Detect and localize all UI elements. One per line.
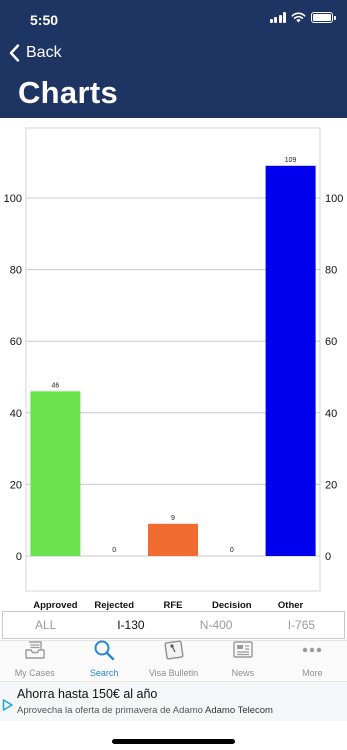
x-category-label: Approved <box>33 600 78 610</box>
bar-chart: 0 0 20 20 40 40 60 60 80 80 100 100 46 Approved 0 Rejec… <box>0 118 347 610</box>
segment-i-130[interactable]: I-130 <box>88 618 173 632</box>
tab-news[interactable]: News <box>208 641 277 680</box>
y-tick-label-left: 20 <box>10 479 22 491</box>
battery-icon <box>311 12 336 23</box>
bar-value-label: 109 <box>285 157 297 164</box>
ad-brand: Adamo Telecom <box>205 705 273 716</box>
ad-choices-icon[interactable] <box>2 699 13 711</box>
ad-title: Ahorra hasta 150€ al año <box>17 687 158 701</box>
y-tick-label-right: 20 <box>325 479 337 491</box>
x-category-label: Rejected <box>94 600 134 610</box>
bar-value-label: 46 <box>52 382 60 389</box>
tab-label: Search <box>89 668 119 678</box>
back-label: Back <box>26 44 62 61</box>
bar-value-label: 0 <box>230 547 234 554</box>
ad-banner[interactable]: Ahorra hasta 150€ al año Aprovecha la of… <box>0 681 347 721</box>
y-tick-label-right: 0 <box>325 551 331 563</box>
tab-bar: My Cases Search Visa Bulletin News More <box>0 640 347 680</box>
y-tick-label-left: 0 <box>16 551 22 563</box>
bulletin-icon <box>163 639 185 666</box>
segment-all[interactable]: ALL <box>3 618 88 632</box>
y-tick-label-right: 40 <box>325 408 337 420</box>
bar-value-label: 0 <box>112 547 116 554</box>
tab-label: More <box>302 668 323 678</box>
segment-n-400[interactable]: N-400 <box>174 618 259 632</box>
bar <box>265 165 316 556</box>
ad-body: Aprovecha la oferta de primavera de Adam… <box>17 705 203 716</box>
segment-i-765[interactable]: I-765 <box>259 618 344 632</box>
inbox-icon <box>24 639 46 666</box>
tab-more[interactable]: More <box>278 641 347 680</box>
home-indicator <box>112 739 235 744</box>
x-category-label: RFE <box>164 600 183 610</box>
y-tick-label-right: 60 <box>325 336 337 348</box>
y-tick-label-left: 60 <box>10 336 22 348</box>
tab-label: News <box>231 668 255 678</box>
y-tick-label-left: 100 <box>4 193 22 205</box>
back-button[interactable]: Back <box>9 44 62 62</box>
wifi-icon <box>291 12 306 23</box>
x-category-label: Decision <box>212 600 252 610</box>
nav-header: 5:50 Back Charts <box>0 0 347 118</box>
tab-visa-bulletin[interactable]: Visa Bulletin <box>139 639 208 680</box>
status-icons <box>269 12 336 23</box>
x-category-label: Other <box>278 600 304 610</box>
form-type-segmented-control: ALL I-130 N-400 I-765 <box>2 611 345 639</box>
tab-search[interactable]: Search <box>69 639 138 680</box>
ad-text: Aprovecha la oferta de primavera de Adam… <box>17 705 273 716</box>
news-icon <box>231 639 255 666</box>
bar-value-label: 9 <box>171 515 175 522</box>
y-tick-label-right: 100 <box>325 193 343 205</box>
bar <box>148 523 198 556</box>
tab-label: Visa Bulletin <box>148 668 199 678</box>
y-tick-label-right: 80 <box>325 265 337 277</box>
page-title: Charts <box>18 75 118 110</box>
bar <box>30 391 81 556</box>
y-tick-label-left: 80 <box>10 265 22 277</box>
status-time: 5:50 <box>30 12 59 28</box>
search-icon <box>93 639 115 666</box>
bar-chart-svg: 0 0 20 20 40 40 60 60 80 80 100 100 46 Approved 0 Rejec… <box>4 127 343 610</box>
cellular-signal-icon <box>269 12 286 23</box>
chevron-left-icon <box>9 44 20 62</box>
tab-label: My Cases <box>14 668 55 678</box>
y-tick-label-left: 40 <box>10 408 22 420</box>
tab-my-cases[interactable]: My Cases <box>0 641 69 680</box>
more-icon <box>301 639 323 666</box>
